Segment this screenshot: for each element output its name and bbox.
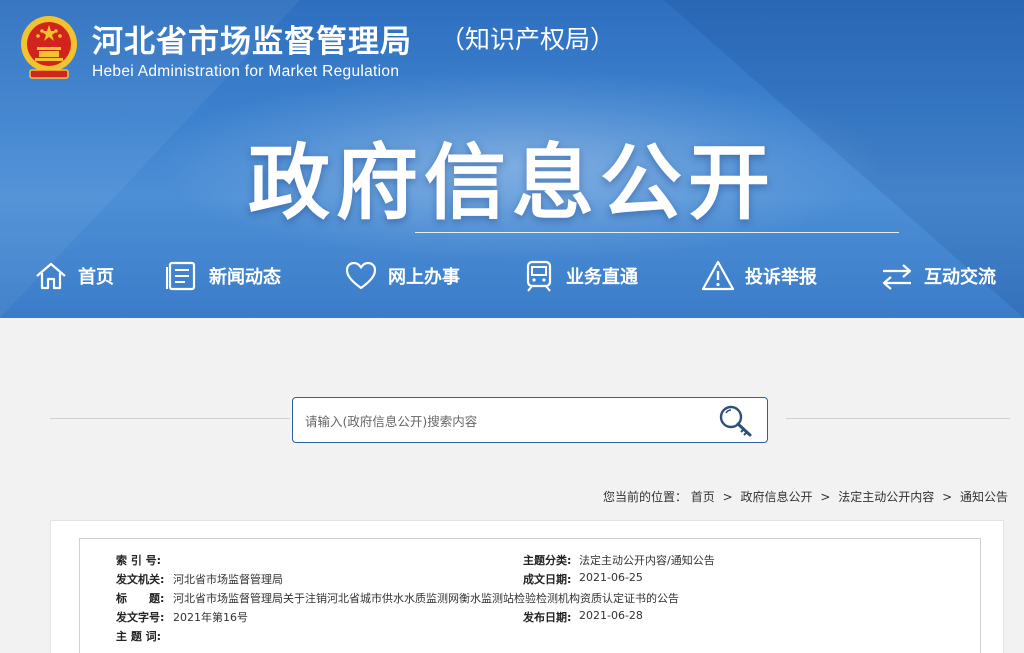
org-name-en: Hebei Administration for Market Regulati… — [92, 63, 400, 80]
issuer-value: 河北省市场监督管理局 — [173, 573, 283, 586]
created-date-value: 2021-06-25 — [579, 571, 643, 584]
meta-row: 标 题: 河北省市场监督管理局关于注销河北省城市供水水质监测网衡水监测站检验检测… — [80, 590, 980, 608]
title-value: 河北省市场监督管理局关于注销河北省城市供水水质监测网衡水监测站检验检测机构资质认… — [173, 592, 679, 605]
nav-label-news: 新闻动态 — [209, 267, 281, 288]
breadcrumb-home[interactable]: 首页 — [691, 490, 715, 504]
warning-icon — [701, 260, 735, 291]
meta-row: 索 引 号: 主题分类: 法定主动公开内容/通知公告 — [80, 552, 980, 570]
category-label: 主题分类: — [523, 554, 572, 567]
issuer-label: 发文机关: — [116, 573, 165, 586]
doc-number-label: 发文字号: — [116, 611, 165, 624]
search-input[interactable] — [305, 408, 705, 434]
category-value: 法定主动公开内容/通知公告 — [579, 554, 715, 567]
breadcrumb-separator: > — [942, 490, 953, 504]
meta-row: 发文字号: 2021年第16号 发布日期: 2021-06-28 — [80, 609, 980, 627]
breadcrumb-separator: > — [722, 490, 733, 504]
created-date-label: 成文日期: — [523, 573, 572, 586]
meta-row: 主 题 词: — [80, 628, 980, 646]
nav-label-home: 首页 — [78, 267, 114, 288]
nav-item-interaction[interactable]: 互动交流 — [880, 250, 996, 302]
nav-item-news[interactable]: 新闻动态 — [165, 250, 281, 302]
heart-icon — [345, 261, 377, 290]
index-label: 索 引 号: — [116, 554, 162, 567]
document-panel: 索 引 号: 主题分类: 法定主动公开内容/通知公告 发文机关: 河北省市场监督… — [50, 520, 1004, 653]
nav-item-complaint[interactable]: 投诉举报 — [701, 250, 817, 302]
main-content: 您当前的位置： 首页 > 政府信息公开 > 法定主动公开内容 > 通知公告 索 … — [16, 318, 1024, 653]
home-icon — [36, 262, 66, 290]
document-metadata: 索 引 号: 主题分类: 法定主动公开内容/通知公告 发文机关: 河北省市场监督… — [79, 538, 981, 653]
keywords-label: 主 题 词: — [116, 630, 162, 643]
breadcrumb-notice[interactable]: 通知公告 — [960, 490, 1008, 504]
site-header: 河北省市场监督管理局 （知识产权局） Hebei Administration … — [0, 0, 1024, 318]
national-emblem-icon[interactable] — [18, 14, 80, 80]
title-label: 标 题: — [116, 592, 165, 605]
nav-label-complaint: 投诉举报 — [745, 267, 817, 288]
main-nav: 首页 新闻动态 网上办事 业务直通 投诉举报 互动交流 — [0, 250, 1024, 302]
org-name-cn: 河北省市场监督管理局 — [92, 24, 412, 60]
search-divider-left — [50, 418, 290, 419]
breadcrumb-gov-info[interactable]: 政府信息公开 — [741, 490, 813, 504]
published-date-label: 发布日期: — [523, 611, 572, 624]
nav-label-online-service: 网上办事 — [388, 267, 460, 288]
train-icon — [526, 260, 552, 292]
search-divider-right — [786, 418, 1010, 419]
breadcrumb: 您当前的位置： 首页 > 政府信息公开 > 法定主动公开内容 > 通知公告 — [603, 488, 1008, 505]
meta-row: 发文机关: 河北省市场监督管理局 成文日期: 2021-06-25 — [80, 571, 980, 589]
banner-divider — [415, 232, 899, 233]
breadcrumb-statutory[interactable]: 法定主动公开内容 — [838, 490, 934, 504]
nav-item-online-service[interactable]: 网上办事 — [344, 250, 460, 302]
nav-label-business: 业务直通 — [566, 267, 638, 288]
published-date-value: 2021-06-28 — [579, 609, 643, 622]
exchange-icon — [882, 264, 912, 290]
search-icon[interactable] — [717, 403, 755, 439]
news-icon — [166, 261, 196, 291]
search-box — [292, 397, 768, 443]
org-sub-cn: （知识产权局） — [440, 25, 616, 54]
banner-title: 政府信息公开 — [247, 136, 776, 231]
nav-item-home[interactable]: 首页 — [34, 250, 114, 302]
breadcrumb-prefix: 您当前的位置： — [602, 490, 687, 504]
nav-label-interaction: 互动交流 — [924, 267, 996, 288]
doc-number-value: 2021年第16号 — [173, 611, 248, 624]
nav-item-business[interactable]: 业务直通 — [522, 250, 638, 302]
breadcrumb-separator: > — [820, 490, 831, 504]
